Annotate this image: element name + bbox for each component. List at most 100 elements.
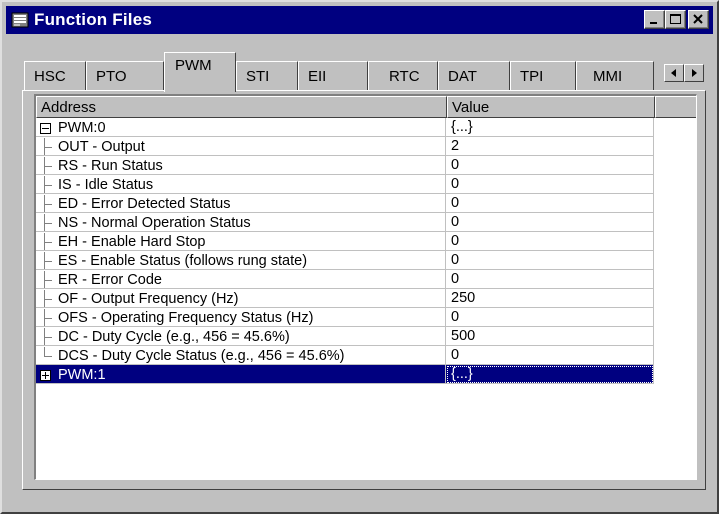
maximize-icon [670, 14, 681, 24]
table-row[interactable]: DC - Duty Cycle (e.g., 456 = 45.6%) 500 [36, 327, 656, 346]
tree-connector [36, 195, 58, 212]
address-cell[interactable]: OFS - Operating Frequency Status (Hz) [36, 308, 446, 327]
tab-label: EII [308, 68, 327, 85]
address-cell[interactable]: OF - Output Frequency (Hz) [36, 289, 446, 308]
tree-connector [36, 271, 58, 288]
tree-line-horizontal [44, 261, 52, 262]
address-cell[interactable]: PWM:1 [36, 365, 446, 384]
tab-hsc[interactable]: HSC [24, 61, 86, 90]
address-cell[interactable]: IS - Idle Status [36, 175, 446, 194]
tree-line-horizontal [44, 337, 52, 338]
tree-connector [36, 119, 58, 136]
table-row[interactable]: IS - Idle Status 0 [36, 175, 656, 194]
tree-line-horizontal [44, 147, 52, 148]
table-row[interactable]: ER - Error Code 0 [36, 270, 656, 289]
address-label: ES - Enable Status (follows rung state) [58, 253, 308, 269]
tree-connector [36, 366, 58, 383]
value-cell[interactable]: 0 [446, 308, 654, 327]
minimize-icon [650, 22, 657, 24]
tab-pto[interactable]: PTO [86, 61, 164, 90]
address-cell[interactable]: PWM:0 [36, 118, 446, 137]
value-cell[interactable]: 0 [446, 213, 654, 232]
tree-connector [36, 233, 58, 250]
tab-mmi[interactable]: MMI [576, 61, 654, 90]
tree-line-horizontal [44, 204, 52, 205]
value-cell[interactable]: 2 [446, 137, 654, 156]
value-cell[interactable]: 500 [446, 327, 654, 346]
address-cell[interactable]: RS - Run Status [36, 156, 446, 175]
value-cell[interactable]: 250 [446, 289, 654, 308]
close-icon [693, 14, 703, 24]
tab-pwm[interactable]: PWM [164, 52, 236, 92]
value-cell[interactable]: 0 [446, 156, 654, 175]
address-cell[interactable]: DCS - Duty Cycle Status (e.g., 456 = 45.… [36, 346, 446, 365]
address-label: DCS - Duty Cycle Status (e.g., 456 = 45.… [58, 348, 345, 364]
address-cell[interactable]: ED - Error Detected Status [36, 194, 446, 213]
address-label: RS - Run Status [58, 158, 163, 174]
address-label: OFS - Operating Frequency Status (Hz) [58, 310, 314, 326]
title-bar[interactable]: Function Files [6, 6, 713, 34]
value-cell[interactable]: 0 [446, 194, 654, 213]
header-filler [655, 96, 696, 118]
value-cell[interactable]: 0 [446, 346, 654, 365]
tab-scroll-left-button[interactable] [664, 64, 684, 82]
address-cell[interactable]: NS - Normal Operation Status [36, 213, 446, 232]
function-file-grid[interactable]: Address Value PWM:0 {...} OUT - Output 2 RS … [34, 94, 697, 480]
table-row[interactable]: ED - Error Detected Status 0 [36, 194, 656, 213]
value-cell[interactable]: 0 [446, 251, 654, 270]
minimize-button[interactable] [644, 10, 665, 29]
table-row[interactable]: OFS - Operating Frequency Status (Hz) 0 [36, 308, 656, 327]
tree-connector [36, 347, 58, 364]
address-label: EH - Enable Hard Stop [58, 234, 206, 250]
tab-dat[interactable]: DAT [438, 61, 510, 90]
value-cell[interactable]: 0 [446, 270, 654, 289]
address-cell[interactable]: ER - Error Code [36, 270, 446, 289]
tab-rtc[interactable]: RTC [368, 61, 438, 90]
table-row[interactable]: NS - Normal Operation Status 0 [36, 213, 656, 232]
address-label: NS - Normal Operation Status [58, 215, 251, 231]
table-row[interactable]: DCS - Duty Cycle Status (e.g., 456 = 45.… [36, 346, 656, 365]
address-label: IS - Idle Status [58, 177, 154, 193]
tree-connector [36, 157, 58, 174]
function-files-window: Function Files HSC PTO PWM STI EII RTC D… [0, 0, 719, 514]
address-cell[interactable]: ES - Enable Status (follows rung state) [36, 251, 446, 270]
tree-line-horizontal [44, 318, 52, 319]
address-label: OF - Output Frequency (Hz) [58, 291, 239, 307]
tree-line-horizontal [44, 166, 52, 167]
tab-tpi[interactable]: TPI [510, 61, 576, 90]
tree-connector [36, 252, 58, 269]
tree-connector [36, 309, 58, 326]
table-row[interactable]: OF - Output Frequency (Hz) 250 [36, 289, 656, 308]
value-cell[interactable]: {...} [446, 118, 654, 137]
expand-plus-icon[interactable] [40, 370, 51, 381]
address-label: PWM:1 [58, 367, 106, 383]
close-button[interactable] [688, 10, 709, 29]
table-row[interactable]: ES - Enable Status (follows rung state) 0 [36, 251, 656, 270]
table-row[interactable]: PWM:1 {...} [36, 365, 656, 384]
value-cell[interactable]: 0 [446, 175, 654, 194]
value-cell[interactable]: {...} [446, 365, 654, 384]
value-cell[interactable]: 0 [446, 232, 654, 251]
tab-scroll-right-button[interactable] [684, 64, 704, 82]
maximize-button[interactable] [665, 10, 686, 29]
tab-label: TPI [520, 68, 544, 85]
table-row[interactable]: OUT - Output 2 [36, 137, 656, 156]
tab-strip: HSC PTO PWM STI EII RTC DAT TPI MMI [24, 52, 704, 92]
tab-sti[interactable]: STI [236, 61, 298, 90]
tab-scroll-buttons [664, 64, 704, 82]
address-cell[interactable]: OUT - Output [36, 137, 446, 156]
address-cell[interactable]: EH - Enable Hard Stop [36, 232, 446, 251]
address-cell[interactable]: DC - Duty Cycle (e.g., 456 = 45.6%) [36, 327, 446, 346]
tab-label: STI [246, 68, 270, 85]
table-row[interactable]: RS - Run Status 0 [36, 156, 656, 175]
header-value[interactable]: Value [447, 96, 655, 118]
header-address[interactable]: Address [36, 96, 447, 118]
tab-label: MMI [593, 68, 623, 85]
tab-eii[interactable]: EII [298, 61, 368, 90]
table-row[interactable]: EH - Enable Hard Stop 0 [36, 232, 656, 251]
table-row[interactable]: PWM:0 {...} [36, 118, 656, 137]
tree-line-horizontal [44, 185, 52, 186]
tree-line-horizontal [44, 223, 52, 224]
address-label: OUT - Output [58, 139, 145, 155]
collapse-minus-icon[interactable] [40, 123, 51, 134]
